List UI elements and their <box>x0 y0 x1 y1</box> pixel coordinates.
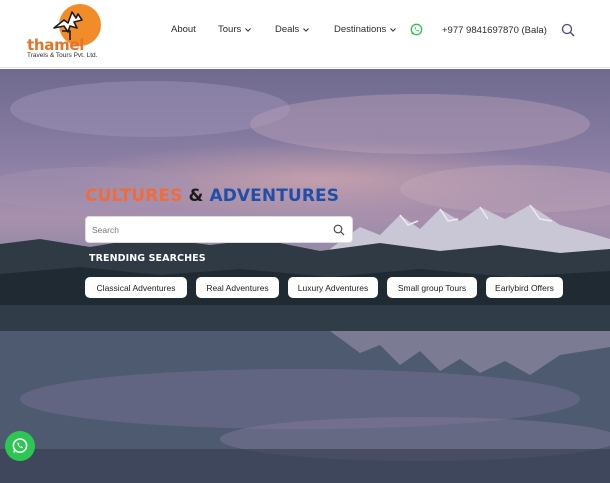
trending-chip-small-group-tours[interactable]: Small group Tours <box>387 277 477 298</box>
headline-cultures: CULTURES <box>85 186 183 206</box>
chevron-down-icon <box>303 27 310 32</box>
chevron-down-icon <box>390 27 397 32</box>
trending-chip-classical-adventures[interactable]: Classical Adventures <box>85 277 187 298</box>
nav-deals[interactable]: Deals <box>275 24 310 35</box>
nav-tours-label: Tours <box>218 24 242 35</box>
nav-destinations-label: Destinations <box>334 24 387 35</box>
headline-adventures: ADVENTURES <box>209 186 340 206</box>
whatsapp-chat-button[interactable] <box>5 431 35 461</box>
chevron-down-icon <box>245 27 252 32</box>
whatsapp-icon[interactable] <box>410 23 423 36</box>
nav-destinations[interactable]: Destinations <box>334 24 397 35</box>
phone-number-link[interactable]: +977 9841697870 (Bala) <box>442 25 547 36</box>
hero-headline: CULTURES & ADVENTURES <box>85 186 339 206</box>
site-header: thamel Travels & Tours Pvt. Ltd. About T… <box>0 0 610 68</box>
hero-landscape-image <box>0 81 610 483</box>
logo-tagline: Travels & Tours Pvt. Ltd. <box>27 52 98 59</box>
whatsapp-icon <box>12 438 28 454</box>
trending-searches-title: TRENDING SEARCHES <box>89 253 206 264</box>
headline-ampersand: & <box>188 186 204 206</box>
nav-deals-label: Deals <box>275 24 300 35</box>
hero-search-input[interactable] <box>92 222 322 238</box>
search-icon[interactable] <box>333 224 345 236</box>
search-icon[interactable] <box>561 23 575 37</box>
hero-banner: CULTURES & ADVENTURES TRENDING SEARCHES … <box>0 69 610 483</box>
trending-chip-real-adventures[interactable]: Real Adventures <box>196 277 279 298</box>
nav-tours[interactable]: Tours <box>218 24 252 35</box>
trending-chip-earlybird-offers[interactable]: Earlybird Offers <box>486 277 563 298</box>
brand-logo[interactable]: thamel Travels & Tours Pvt. Ltd. <box>24 4 114 60</box>
nav-about-label: About <box>171 24 196 35</box>
nav-about[interactable]: About <box>171 24 196 35</box>
hero-search-bar <box>85 216 353 243</box>
trending-chip-luxury-adventures[interactable]: Luxury Adventures <box>288 277 378 298</box>
